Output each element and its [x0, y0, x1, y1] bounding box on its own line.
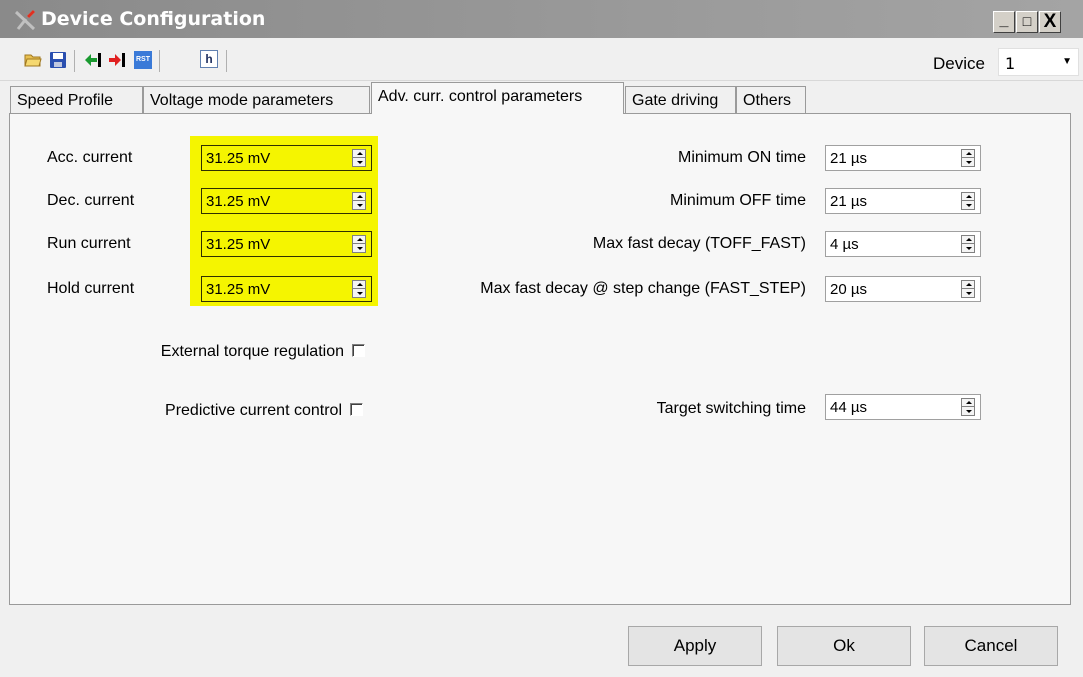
run-current-value: 31.25 mV: [206, 236, 271, 253]
save-icon[interactable]: [49, 51, 67, 69]
chevron-down-icon: ▼: [1062, 56, 1072, 67]
run-current-stepper[interactable]: 31.25 mV: [201, 231, 372, 257]
tab-voltage-mode-parameters[interactable]: Voltage mode parameters: [143, 86, 370, 113]
toolbar: RST h Device 1 ▼: [0, 38, 1083, 81]
header-file-icon[interactable]: h: [200, 50, 218, 68]
spin-arrows-icon[interactable]: [352, 149, 366, 167]
predictive-current-control-checkbox[interactable]: [350, 403, 363, 416]
dec-current-stepper[interactable]: 31.25 mV: [201, 188, 372, 214]
tab-adv-curr-control-parameters[interactable]: Adv. curr. control parameters: [371, 82, 624, 114]
dialog-button-bar: Apply Ok Cancel: [0, 606, 1083, 677]
spin-arrows-icon[interactable]: [961, 235, 975, 253]
target-switching-time-stepper[interactable]: 44 µs: [825, 394, 981, 420]
reset-icon[interactable]: RST: [134, 51, 152, 69]
apply-button[interactable]: Apply: [628, 626, 762, 666]
import-icon[interactable]: [84, 51, 102, 69]
minimum-on-time-label: Minimum ON time: [677, 149, 806, 166]
max-fast-decay-step-stepper[interactable]: 20 µs: [825, 276, 981, 302]
window-title: Device Configuration: [41, 8, 266, 30]
minimum-off-time-stepper[interactable]: 21 µs: [825, 188, 981, 214]
cancel-button[interactable]: Cancel: [924, 626, 1058, 666]
device-value: 1: [1005, 54, 1016, 73]
max-fast-decay-step-value: 20 µs: [830, 281, 867, 298]
export-icon[interactable]: [108, 51, 126, 69]
dec-current-label: Dec. current: [47, 192, 135, 209]
device-select[interactable]: 1 ▼: [998, 48, 1079, 76]
title-bar: Device Configuration _ □ X: [0, 0, 1083, 38]
adv-curr-control-panel: Acc. current 31.25 mV Dec. current 31.25…: [9, 113, 1071, 605]
minimum-off-time-value: 21 µs: [830, 193, 867, 210]
acc-current-value: 31.25 mV: [206, 150, 271, 167]
target-switching-time-value: 44 µs: [830, 399, 867, 416]
toolbar-separator: [226, 50, 227, 72]
spin-arrows-icon[interactable]: [961, 280, 975, 298]
tab-others[interactable]: Others: [736, 86, 806, 113]
spin-arrows-icon[interactable]: [961, 149, 975, 167]
app-logo-icon: [14, 9, 36, 31]
device-label: Device: [933, 54, 985, 73]
maximize-button[interactable]: □: [1016, 11, 1038, 33]
hold-current-label: Hold current: [47, 280, 135, 297]
toolbar-separator: [74, 50, 75, 72]
close-button[interactable]: X: [1039, 11, 1061, 33]
minimize-button[interactable]: _: [993, 11, 1015, 33]
spin-arrows-icon[interactable]: [352, 235, 366, 253]
tab-bar: Speed Profile Voltage mode parameters Ad…: [0, 82, 1083, 114]
tab-speed-profile[interactable]: Speed Profile: [10, 86, 143, 113]
acc-current-label: Acc. current: [47, 149, 133, 166]
spin-arrows-icon[interactable]: [352, 192, 366, 210]
ok-button[interactable]: Ok: [777, 626, 911, 666]
dec-current-value: 31.25 mV: [206, 193, 271, 210]
minimum-on-time-value: 21 µs: [830, 150, 867, 167]
tab-gate-driving[interactable]: Gate driving: [625, 86, 736, 113]
hold-current-value: 31.25 mV: [206, 281, 271, 298]
external-torque-regulation-label: External torque regulation: [160, 343, 344, 360]
target-switching-time-label: Target switching time: [656, 400, 806, 417]
spin-arrows-icon[interactable]: [961, 192, 975, 210]
open-folder-icon[interactable]: [24, 51, 42, 69]
toolbar-separator: [159, 50, 160, 72]
spin-arrows-icon[interactable]: [352, 280, 366, 298]
hold-current-stepper[interactable]: 31.25 mV: [201, 276, 372, 302]
acc-current-stepper[interactable]: 31.25 mV: [201, 145, 372, 171]
spin-arrows-icon[interactable]: [961, 398, 975, 416]
max-fast-decay-stepper[interactable]: 4 µs: [825, 231, 981, 257]
max-fast-decay-step-label: Max fast decay @ step change (FAST_STEP): [480, 280, 806, 297]
minimum-off-time-label: Minimum OFF time: [670, 192, 806, 209]
external-torque-regulation-checkbox[interactable]: [352, 344, 365, 357]
minimum-on-time-stepper[interactable]: 21 µs: [825, 145, 981, 171]
run-current-label: Run current: [47, 235, 131, 252]
predictive-current-control-label: Predictive current control: [165, 402, 342, 419]
max-fast-decay-label: Max fast decay (TOFF_FAST): [592, 235, 806, 252]
max-fast-decay-value: 4 µs: [830, 236, 859, 253]
